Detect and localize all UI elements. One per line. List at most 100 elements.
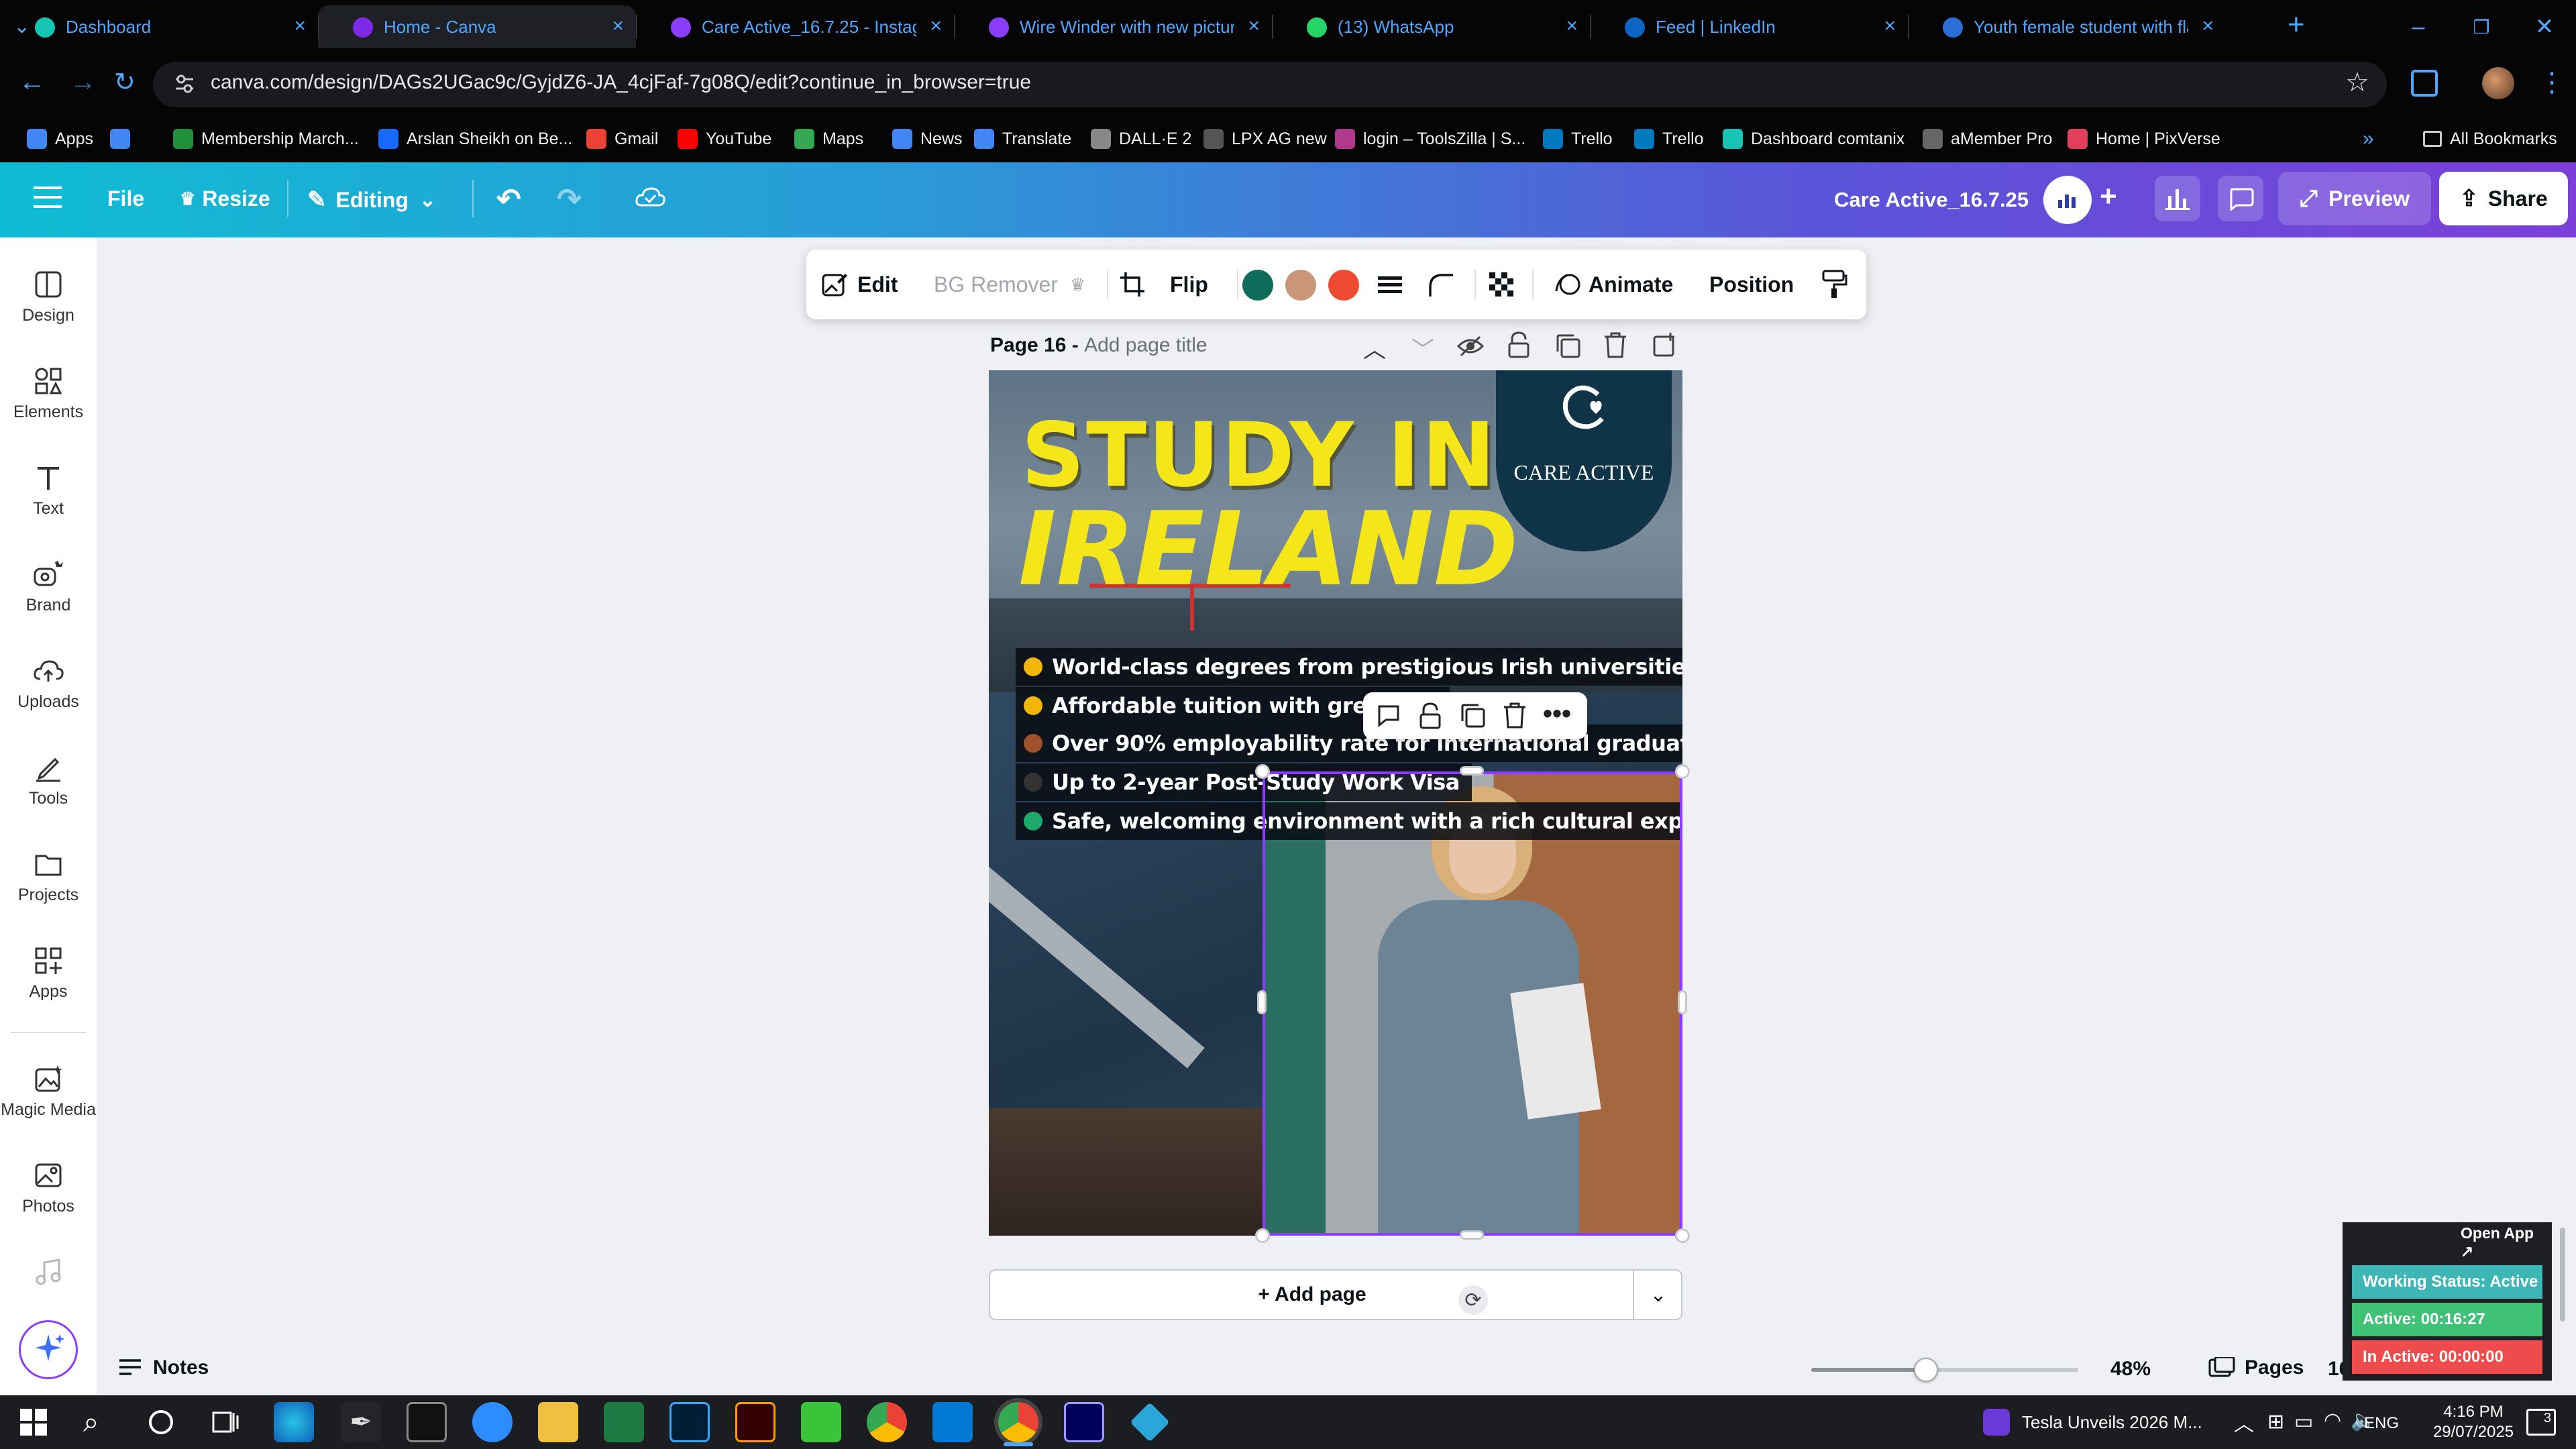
resize-handle-left[interactable] <box>1257 990 1267 1014</box>
bookmark-item[interactable]: Arslan Sheikh on Be... <box>378 121 572 157</box>
team-avatar[interactable] <box>2043 176 2092 224</box>
excel-app-icon[interactable] <box>604 1402 644 1442</box>
corner-rounding-icon[interactable] <box>1428 250 1454 319</box>
page-title-placeholder[interactable]: Add page title <box>1084 334 1207 356</box>
resize-handle-bottom-right[interactable] <box>1675 1228 1690 1243</box>
comment-icon[interactable] <box>2218 176 2263 221</box>
bookmarks-overflow-icon[interactable]: » <box>2363 121 2374 157</box>
bookmark-item[interactable]: News <box>892 121 963 157</box>
add-page-after-icon[interactable] <box>1652 331 1678 358</box>
bookmark-item[interactable]: YouTube <box>678 121 771 157</box>
magic-assistant-button[interactable] <box>19 1320 78 1379</box>
file-explorer-icon[interactable] <box>538 1402 578 1442</box>
tab-close-icon[interactable]: × <box>1884 15 1896 38</box>
bookmark-item[interactable]: Translate <box>974 121 1071 157</box>
illustrator-app-icon[interactable] <box>735 1402 775 1442</box>
language-indicator[interactable]: ENG <box>2364 1414 2399 1433</box>
edit-image-button[interactable]: Edit <box>821 250 898 319</box>
profile-avatar[interactable] <box>2482 67 2514 99</box>
premiere-app-icon[interactable] <box>1064 1402 1104 1442</box>
battery-icon[interactable]: ▭ <box>2294 1410 2313 1434</box>
site-info-icon[interactable] <box>173 74 196 94</box>
pen-app-icon[interactable]: ✒ <box>341 1402 381 1442</box>
animate-button[interactable]: Animate <box>1554 250 1673 319</box>
sidebar-item-tools[interactable]: Tools <box>0 753 97 808</box>
tray-chevron-icon[interactable]: ︿ <box>2234 1407 2254 1437</box>
sidebar-item-elements[interactable]: Elements <box>0 366 97 422</box>
editing-mode-dropdown[interactable]: ✎ Editing ⌄ <box>307 186 436 213</box>
resize-handle-top-left[interactable] <box>1255 764 1270 779</box>
forward-arrow-icon[interactable]: → <box>70 67 97 97</box>
green-app-icon[interactable] <box>801 1402 841 1442</box>
browser-tab[interactable]: Feed | LinkedIn × <box>1590 5 1908 48</box>
bookmark-item[interactable]: login – ToolsZilla | S... <box>1335 121 1525 157</box>
browser-tab[interactable]: Care Active_16.7.25 - Instagram × <box>636 5 954 48</box>
bullet-point[interactable]: World-class degrees from prestigious Iri… <box>1016 648 1682 686</box>
back-arrow-icon[interactable]: ← <box>19 67 46 97</box>
tab-close-icon[interactable]: × <box>2202 15 2214 38</box>
zoom-app-icon[interactable] <box>472 1402 513 1442</box>
headline-ireland[interactable]: IRELAND <box>1018 490 1518 608</box>
resize-handle-top[interactable] <box>1460 766 1484 775</box>
news-widget[interactable]: Tesla Unveils 2026 M... <box>1983 1409 2202 1436</box>
terminal-app-icon[interactable] <box>407 1402 447 1442</box>
flip-button[interactable]: Flip <box>1170 250 1208 319</box>
invite-plus-icon[interactable]: + <box>2100 180 2117 213</box>
paint-format-icon[interactable] <box>1821 250 1847 319</box>
crop-icon[interactable] <box>1119 250 1146 319</box>
vscode-app-icon[interactable] <box>932 1402 973 1442</box>
tab-close-icon[interactable]: × <box>612 15 624 38</box>
browser-tab[interactable]: Wire Winder with new pictures × <box>954 5 1272 48</box>
minimize-icon[interactable]: – <box>2388 0 2449 54</box>
share-button[interactable]: ⇪ Share <box>2439 172 2568 225</box>
color-swatch-1[interactable] <box>1242 270 1273 301</box>
bookmark-item[interactable]: Trello <box>1543 121 1613 157</box>
insights-chart-icon[interactable] <box>2155 176 2200 221</box>
sidebar-item-photos[interactable]: Photos <box>0 1161 97 1216</box>
bookmark-item[interactable]: Home | PixVerse <box>2068 121 2220 157</box>
tab-close-icon[interactable]: × <box>1248 15 1260 38</box>
bookmark-item[interactable] <box>110 121 138 157</box>
browser-tab[interactable]: (13) WhatsApp × <box>1272 5 1590 48</box>
border-style-icon[interactable] <box>1377 250 1403 319</box>
sidebar-item-apps[interactable]: Apps <box>0 946 97 1002</box>
transparency-icon[interactable] <box>1488 250 1515 319</box>
duplicate-page-icon[interactable] <box>1555 333 1582 360</box>
edge-app-icon[interactable] <box>274 1402 314 1442</box>
bookmark-item[interactable]: DALL·E 2 <box>1091 121 1191 157</box>
color-swatch-3[interactable] <box>1328 270 1359 301</box>
browser-tab[interactable]: Home - Canva × <box>318 5 636 48</box>
tab-close-icon[interactable]: × <box>1566 15 1578 38</box>
bg-remover-button[interactable]: BG Remover ♛ <box>934 250 1085 319</box>
comment-add-icon[interactable] <box>1375 702 1402 729</box>
lock-page-icon[interactable] <box>1507 331 1531 358</box>
resize-handle-bottom[interactable] <box>1460 1230 1484 1240</box>
cloud-saved-icon[interactable] <box>635 185 665 209</box>
restore-icon[interactable]: ❐ <box>2451 0 2512 54</box>
task-view-icon[interactable] <box>212 1409 240 1436</box>
bookmark-item[interactable]: aMember Pro <box>1923 121 2052 157</box>
page-down-chevron-icon[interactable]: ﹀ <box>1411 331 1434 364</box>
resize-handle-top-right[interactable] <box>1675 764 1690 779</box>
extensions-icon[interactable] <box>2411 70 2438 97</box>
add-page-dropdown-chevron-icon[interactable]: ⌄ <box>1634 1271 1682 1319</box>
chrome-active-app-icon[interactable] <box>998 1402 1038 1442</box>
reload-icon[interactable]: ↻ <box>114 67 136 97</box>
scrollbar[interactable] <box>2560 1228 2565 1322</box>
wifi-icon[interactable]: ◠ <box>2324 1409 2341 1432</box>
sync-icon[interactable]: ⟳ <box>1458 1285 1488 1315</box>
bookmark-item[interactable]: Apps <box>27 121 93 157</box>
tab-close-icon[interactable]: × <box>930 15 942 38</box>
duplicate-element-icon[interactable] <box>1460 702 1487 729</box>
close-window-icon[interactable]: ✕ <box>2514 0 2575 54</box>
resize-handle-bottom-left[interactable] <box>1255 1228 1270 1243</box>
browser-menu-icon[interactable]: ⋮ <box>2538 67 2565 98</box>
windows-start-icon[interactable] <box>20 1409 47 1436</box>
clock[interactable]: 4:16 PM 29/07/2025 <box>2423 1402 2524 1442</box>
bookmark-item[interactable]: Dashboard comtanix <box>1723 121 1904 157</box>
care-active-logo-badge[interactable]: CARE ACTIVE <box>1496 370 1672 551</box>
sidebar-item-design[interactable]: Design <box>0 270 97 325</box>
page-title[interactable]: Page 16 - Add page title <box>990 334 1208 357</box>
tab-close-icon[interactable]: × <box>294 15 306 38</box>
bookmark-item[interactable]: Membership March... <box>173 121 359 157</box>
